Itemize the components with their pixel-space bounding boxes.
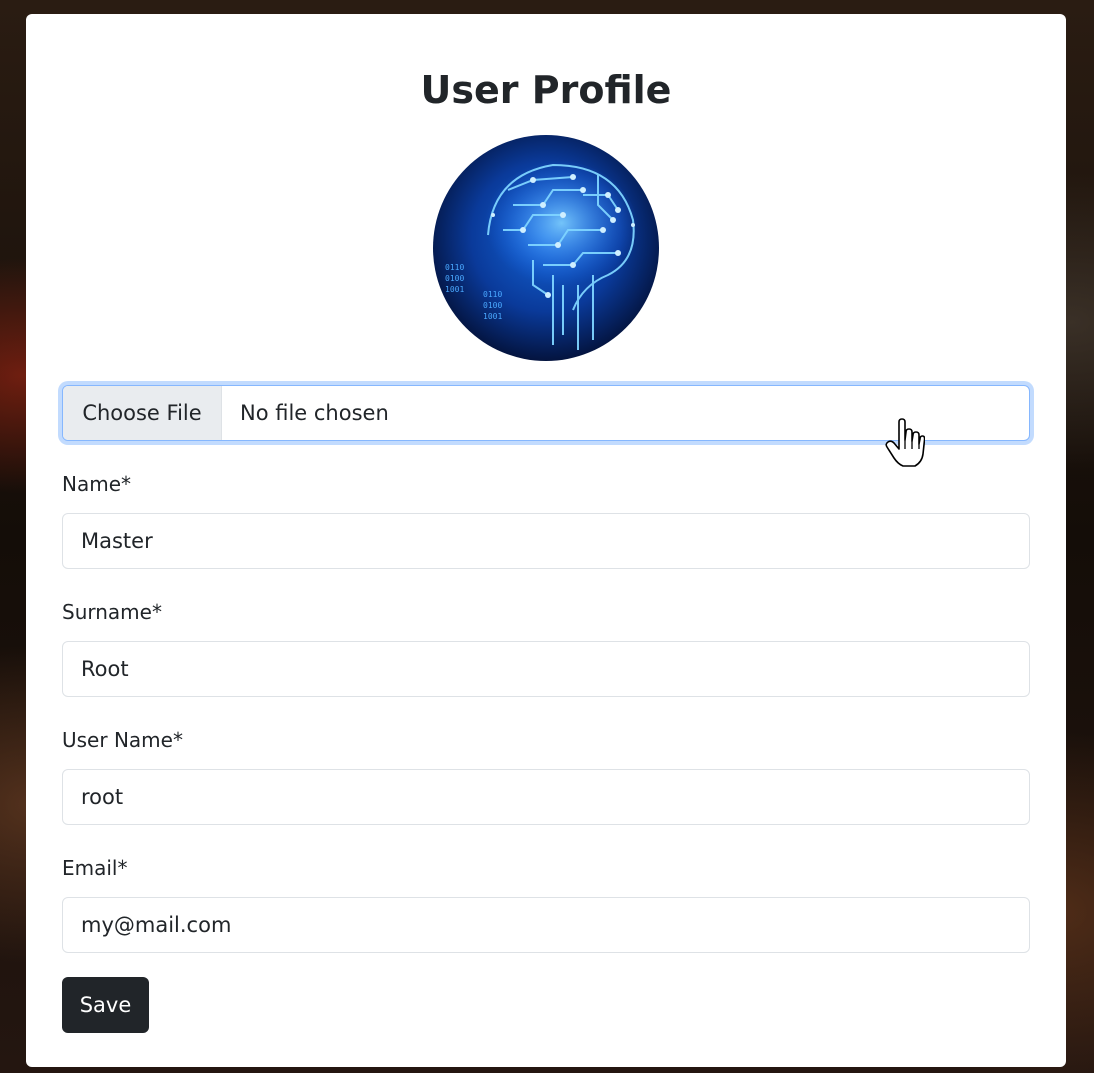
svg-text:0110: 0110	[445, 263, 464, 272]
svg-text:0100: 0100	[483, 301, 502, 310]
surname-label: Surname*	[62, 600, 162, 624]
svg-text:1001: 1001	[483, 312, 502, 321]
circuit-brain-icon: 0110 0100 1001 0110 0100 1001	[433, 135, 659, 361]
surname-input[interactable]	[62, 641, 1030, 697]
profile-card: User Profile 0110 0100 1001 0110 0100 10…	[26, 14, 1066, 1067]
email-label: Email*	[62, 856, 128, 880]
file-input[interactable]: Choose File No file chosen	[62, 385, 1030, 441]
save-button[interactable]: Save	[62, 977, 149, 1033]
file-status-text: No file chosen	[240, 401, 389, 425]
page-title: User Profile	[420, 68, 672, 112]
choose-file-button[interactable]: Choose File	[63, 386, 222, 440]
username-label: User Name*	[62, 728, 183, 752]
name-label: Name*	[62, 472, 132, 496]
svg-text:0110: 0110	[483, 290, 502, 299]
avatar: 0110 0100 1001 0110 0100 1001	[433, 135, 659, 361]
name-input[interactable]	[62, 513, 1030, 569]
svg-text:0100: 0100	[445, 274, 464, 283]
email-input[interactable]	[62, 897, 1030, 953]
svg-text:1001: 1001	[445, 285, 464, 294]
username-input[interactable]	[62, 769, 1030, 825]
